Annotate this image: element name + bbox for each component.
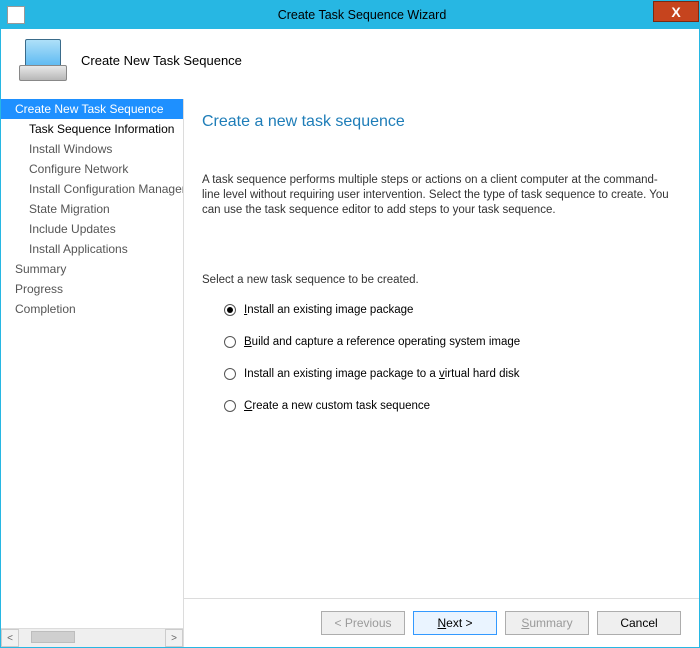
radio-option[interactable]: Install an existing image package to a v… bbox=[202, 364, 673, 384]
monitor-icon bbox=[19, 39, 67, 81]
sidebar-scrollbar[interactable]: < > bbox=[1, 628, 183, 647]
sidebar: Create New Task SequenceTask Sequence In… bbox=[1, 99, 184, 647]
radio-label: Create a new custom task sequence bbox=[244, 400, 430, 412]
scroll-right-button[interactable]: > bbox=[165, 629, 183, 647]
close-button[interactable]: X bbox=[653, 1, 699, 22]
nav-item[interactable]: Task Sequence Information bbox=[1, 119, 183, 139]
nav-item[interactable]: Progress bbox=[1, 279, 183, 299]
content-pane: Create a new task sequence A task sequen… bbox=[184, 99, 699, 647]
nav-item[interactable]: Create New Task Sequence bbox=[1, 99, 183, 119]
footer: < Previous Next > Summary Cancel bbox=[184, 598, 699, 647]
scroll-track[interactable] bbox=[19, 629, 165, 647]
radio-icon bbox=[224, 368, 236, 380]
cancel-button[interactable]: Cancel bbox=[597, 611, 681, 635]
nav-item[interactable]: Configure Network bbox=[1, 159, 183, 179]
radio-icon bbox=[224, 304, 236, 316]
system-icon bbox=[7, 6, 25, 24]
wizard-header: Create New Task Sequence bbox=[1, 29, 699, 99]
nav-list: Create New Task SequenceTask Sequence In… bbox=[1, 99, 183, 628]
header-title: Create New Task Sequence bbox=[81, 53, 242, 68]
wizard-body: Create New Task SequenceTask Sequence In… bbox=[1, 99, 699, 647]
radio-option[interactable]: Create a new custom task sequence bbox=[202, 396, 673, 416]
radio-option[interactable]: Build and capture a reference operating … bbox=[202, 332, 673, 352]
page-heading: Create a new task sequence bbox=[202, 113, 673, 131]
radio-label: Build and capture a reference operating … bbox=[244, 336, 520, 348]
wizard-window: Create Task Sequence Wizard X Create New… bbox=[0, 0, 700, 648]
previous-button[interactable]: < Previous bbox=[321, 611, 405, 635]
nav-item[interactable]: State Migration bbox=[1, 199, 183, 219]
summary-button[interactable]: Summary bbox=[505, 611, 589, 635]
radio-icon bbox=[224, 400, 236, 412]
nav-item[interactable]: Summary bbox=[1, 259, 183, 279]
nav-item[interactable]: Install Windows bbox=[1, 139, 183, 159]
scroll-left-button[interactable]: < bbox=[1, 629, 19, 647]
radio-option[interactable]: Install an existing image package bbox=[202, 300, 673, 320]
page-description: A task sequence performs multiple steps … bbox=[202, 173, 673, 218]
nav-item[interactable]: Install Applications bbox=[1, 239, 183, 259]
nav-item[interactable]: Install Configuration Manager bbox=[1, 179, 183, 199]
radio-icon bbox=[224, 336, 236, 348]
radio-group: Install an existing image package Build a… bbox=[202, 300, 673, 416]
select-prompt: Select a new task sequence to be created… bbox=[202, 274, 673, 286]
radio-label: Install an existing image package bbox=[244, 304, 413, 316]
window-title: Create Task Sequence Wizard bbox=[25, 8, 699, 22]
titlebar[interactable]: Create Task Sequence Wizard X bbox=[1, 1, 699, 29]
scroll-thumb[interactable] bbox=[31, 631, 75, 643]
radio-label: Install an existing image package to a v… bbox=[244, 368, 520, 380]
nav-item[interactable]: Completion bbox=[1, 299, 183, 319]
next-button[interactable]: Next > bbox=[413, 611, 497, 635]
nav-item[interactable]: Include Updates bbox=[1, 219, 183, 239]
